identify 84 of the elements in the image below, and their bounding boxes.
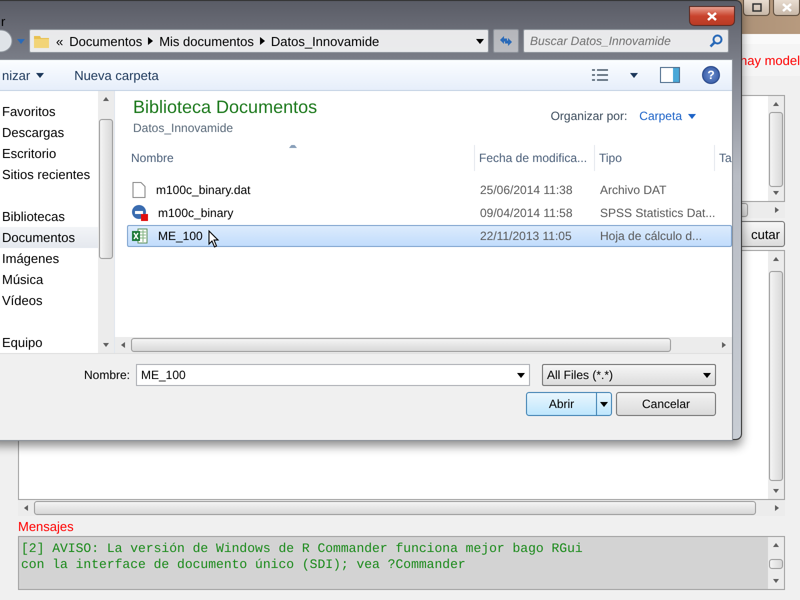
caret-icon (688, 114, 696, 118)
close-icon (782, 3, 792, 12)
scroll-thumb[interactable] (131, 338, 672, 352)
address-bar[interactable]: « Documentos Mis documentos Datos_Innovamide (29, 29, 489, 53)
file-name: m100c_binary.dat (155, 183, 250, 197)
preview-pane-icon[interactable] (660, 67, 680, 83)
view-list-icon[interactable] (592, 69, 608, 81)
breadcrumb-item[interactable]: Datos_Innovamide (270, 34, 380, 48)
nav-section[interactable]: Favoritos (0, 101, 98, 122)
scrollbar[interactable] (115, 337, 732, 353)
file-row[interactable]: m100c_binary.dat 25/06/2014 11:38 Archivo DAT (127, 179, 732, 201)
column-header[interactable]: Tipo (595, 145, 715, 171)
organize-button[interactable]: nizar (2, 68, 44, 82)
dropdown-caret-icon (517, 372, 525, 378)
split-caret-icon[interactable] (596, 393, 611, 415)
scrollbar[interactable] (768, 537, 784, 589)
nav-section[interactable]: Bibliotecas (0, 206, 98, 227)
folder-icon (34, 33, 50, 49)
nav-item[interactable]: Sitios recientes (0, 164, 98, 185)
data-file-icon (132, 205, 148, 221)
file-date: 09/04/2014 11:58 (479, 206, 574, 220)
dropdown-caret-icon (703, 372, 711, 378)
column-header[interactable]: Ta (715, 145, 732, 171)
file-date: 25/06/2014 11:38 (479, 183, 574, 197)
nav-item[interactable]: Descargas (0, 122, 98, 143)
nav-item[interactable]: Imágenes (0, 248, 98, 269)
chevron-icon[interactable] (260, 37, 265, 45)
breadcrumb-item[interactable]: Documentos (69, 34, 142, 48)
file-row[interactable]: m100c_binary 09/04/2014 11:58 SPSS Statistics Dat... (127, 202, 732, 224)
column-header[interactable]: Nombre (127, 145, 475, 171)
file-name-label: Nombre: (82, 368, 130, 382)
file-name-field[interactable]: ME_100 (136, 364, 530, 386)
message-line: [2] AVISO: La versión de Windows de R Commander funciona mejor bago RGui (21, 541, 584, 557)
scrollbar[interactable] (18, 500, 785, 516)
nav-item[interactable]: Documentos (0, 227, 98, 248)
nav-section[interactable]: Equipo (0, 332, 98, 353)
restore-button[interactable] (743, 0, 770, 16)
restore-icon (752, 3, 762, 12)
file-type: SPSS Statistics Dat... (599, 206, 716, 220)
close-button[interactable] (773, 0, 800, 16)
file-type-dropdown[interactable]: All Files (*.*) (542, 364, 716, 386)
chevron-icon[interactable] (148, 37, 154, 45)
arrange-dropdown[interactable]: Carpeta (639, 109, 696, 123)
library-subtitle: Datos_Innovamide (133, 121, 234, 135)
file-date: 22/11/2013 11:05 (479, 229, 573, 243)
scroll-thumb[interactable] (769, 559, 783, 569)
document-icon (132, 182, 146, 198)
message-line: con la interface de documento único (SDI); vea ?Commander (21, 557, 467, 573)
scroll-thumb[interactable] (769, 112, 783, 187)
help-button[interactable]: ? (702, 66, 720, 84)
close-icon (707, 12, 717, 20)
dialog-title: r (1, 14, 6, 29)
spreadsheet-icon (132, 228, 148, 244)
search-icon (709, 34, 723, 48)
file-name: ME_100 (157, 229, 203, 243)
mouse-pointer-icon (208, 230, 220, 248)
library-title: Biblioteca Documentos (133, 97, 318, 118)
nav-item[interactable]: Escritorio (0, 143, 98, 164)
scroll-thumb[interactable] (34, 501, 756, 515)
open-button[interactable]: Abrir (526, 392, 612, 416)
file-type: Hoja de cálculo d... (599, 229, 704, 243)
refresh-button[interactable] (493, 29, 519, 53)
cancel-button[interactable]: Cancelar (616, 392, 716, 416)
file-name: m100c_binary (157, 206, 234, 220)
file-type: Archivo DAT (599, 183, 668, 197)
caret-icon (36, 72, 44, 78)
messages-label: Mensajes (18, 518, 74, 534)
nav-item[interactable]: Música (0, 269, 98, 290)
nav-item[interactable]: Vídeos (0, 290, 98, 311)
search-field[interactable]: Buscar Datos_Innovamide (523, 29, 729, 53)
scrollbar[interactable] (768, 251, 784, 499)
file-row[interactable]: ME_100 22/11/2013 11:05 Hoja de cálculo d... (127, 225, 732, 247)
scroll-thumb[interactable] (99, 118, 113, 258)
scrollbar[interactable] (768, 96, 784, 201)
scrollbar[interactable] (98, 91, 114, 353)
scroll-thumb[interactable] (769, 271, 783, 481)
view-caret-icon (630, 72, 638, 78)
breadcrumb-item[interactable]: Mis documentos (159, 34, 254, 48)
overflow-crumb[interactable]: « (56, 34, 64, 48)
arrange-label: Organizar por: (550, 109, 628, 123)
new-folder-button[interactable]: Nueva carpeta (74, 68, 159, 82)
refresh-icon (498, 34, 514, 48)
column-header[interactable]: Fecha de modifica... (475, 145, 595, 171)
close-button[interactable] (689, 6, 735, 26)
